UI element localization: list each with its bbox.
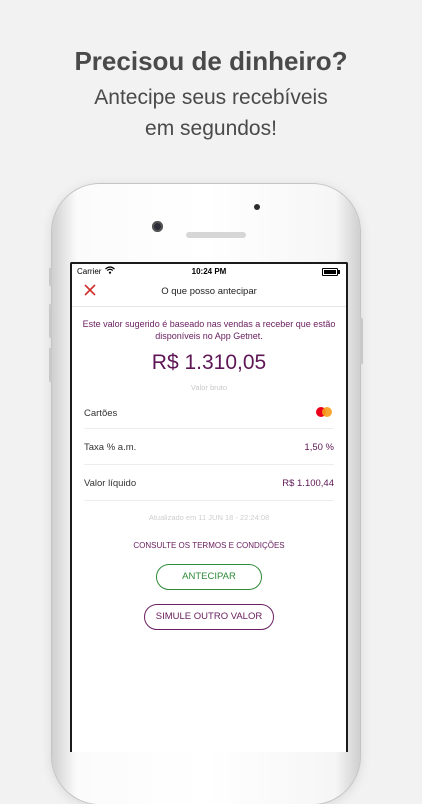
front-camera — [152, 221, 163, 232]
phone-speaker — [186, 232, 246, 238]
row-label: Cartões — [84, 408, 118, 419]
page-title: O que posso antecipar — [161, 286, 257, 297]
mute-switch — [49, 268, 52, 286]
promo-header: Precisou de dinheiro? Antecipe seus rece… — [0, 44, 422, 144]
nav-bar: O que posso antecipar — [72, 278, 346, 307]
battery-icon — [322, 268, 340, 276]
row-net-value: Valor líquido R$ 1.100,44 — [84, 465, 334, 501]
volume-up-button — [49, 304, 52, 338]
power-button — [360, 318, 363, 364]
row-label: Valor líquido — [84, 478, 137, 489]
status-bar: Carrier 10:24 PM — [72, 264, 346, 278]
mastercard-icon — [316, 407, 332, 419]
terms-link[interactable]: CONSULTE OS TERMOS E CONDIÇÕES — [72, 541, 346, 550]
app-screen: Carrier 10:24 PM O que posso antecipar E… — [70, 262, 348, 752]
promo-headline: Precisou de dinheiro? — [74, 46, 348, 76]
row-label: Taxa % a.m. — [84, 442, 137, 453]
row-value: 1,50 % — [304, 442, 334, 453]
row-cards: Cartões — [84, 398, 334, 429]
row-value: R$ 1.100,44 — [282, 478, 334, 489]
gross-amount-caption: Valor bruto — [190, 383, 228, 392]
simulate-other-value-button[interactable]: SIMULE OUTRO VALOR — [144, 604, 274, 630]
volume-down-button — [49, 348, 52, 382]
promo-subline-1: Antecipe seus recebíveis — [94, 86, 328, 109]
gross-amount: R$ 1.310,05 — [151, 351, 267, 374]
updated-timestamp: Atualizado em 11 JUN 18 - 22:24:08 — [148, 513, 270, 522]
info-text: Este valor sugerido é baseado nas vendas… — [82, 319, 336, 341]
status-time: 10:24 PM — [191, 267, 227, 276]
antecipar-button[interactable]: ANTECIPAR — [156, 564, 262, 590]
row-rate: Taxa % a.m. 1,50 % — [84, 429, 334, 465]
promo-subline-2: em segundos! — [145, 117, 277, 140]
phone-sensor — [254, 204, 260, 210]
